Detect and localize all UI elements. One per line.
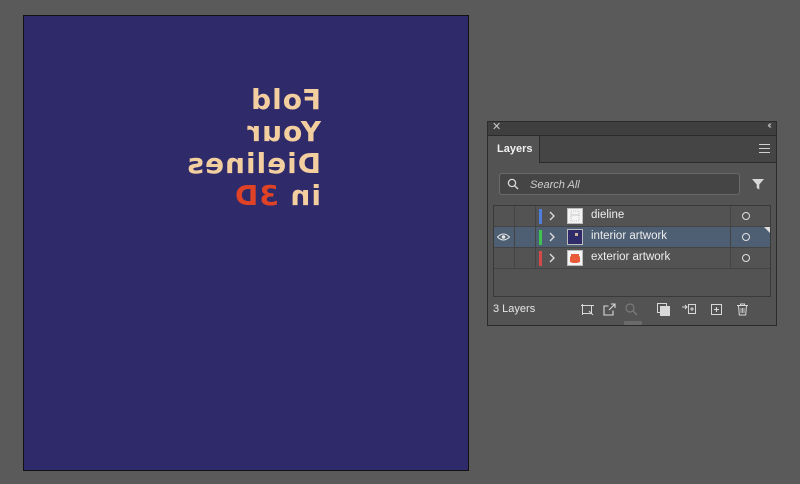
artwork-line-3: Dielines: [186, 147, 321, 180]
layer-thumbnail: [567, 229, 583, 245]
layer-color-swatch: [539, 251, 542, 266]
panel-menu-icon[interactable]: [759, 144, 770, 153]
layer-name: exterior artwork: [591, 251, 671, 263]
layer-thumbnail: [567, 250, 583, 266]
artwork-line-2: Your: [246, 115, 321, 148]
delete-icon[interactable]: [735, 302, 750, 317]
search-input[interactable]: [528, 176, 732, 194]
panel-title-bar[interactable]: ✕ ‹‹: [488, 120, 776, 136]
lock-toggle[interactable]: [515, 248, 536, 268]
artwork-line-4: in 3D: [186, 179, 321, 212]
layers-list: dieline interior artwork exterior artwor…: [493, 205, 771, 297]
artwork-text-block: Fold Your Dielines in 3D: [186, 83, 321, 212]
layer-row-dieline[interactable]: dieline: [494, 206, 770, 227]
artwork-accent-word: 3D: [233, 179, 279, 212]
layer-name: dieline: [591, 209, 625, 221]
layer-color-swatch: [539, 209, 542, 224]
target-icon[interactable]: [742, 212, 750, 220]
chevron-right-icon[interactable]: [548, 252, 556, 264]
target-icon[interactable]: [742, 254, 750, 262]
panel-tab-bar: Layers: [488, 136, 776, 163]
collect-for-export-icon[interactable]: [580, 302, 595, 317]
visibility-toggle[interactable]: [494, 227, 515, 247]
divider: [730, 206, 731, 226]
new-sublayer-icon[interactable]: [681, 302, 696, 317]
close-icon[interactable]: ✕: [492, 120, 501, 133]
filter-icon[interactable]: [751, 177, 765, 191]
target-icon[interactable]: [742, 233, 750, 241]
search-field[interactable]: [499, 173, 740, 195]
panel-footer: 3 Layers: [488, 300, 776, 322]
visibility-toggle[interactable]: [494, 248, 515, 268]
divider: [730, 227, 731, 247]
layer-row-exterior-artwork[interactable]: exterior artwork: [494, 248, 770, 269]
artboard[interactable]: Fold Your Dielines in 3D: [23, 15, 469, 471]
collapse-panel-icon[interactable]: ‹‹: [767, 120, 771, 131]
chevron-right-icon[interactable]: [548, 231, 556, 243]
export-icon[interactable]: [602, 302, 617, 317]
divider: [730, 248, 731, 268]
new-layer-icon[interactable]: [709, 302, 724, 317]
layers-panel: ✕ ‹‹ Layers dieline: [487, 120, 777, 326]
eye-icon: [497, 233, 510, 241]
selection-indicator: [764, 227, 770, 233]
locate-object-icon[interactable]: [624, 302, 639, 317]
search-icon: [507, 178, 519, 190]
chevron-right-icon[interactable]: [548, 210, 556, 222]
panel-resize-grip[interactable]: [624, 321, 642, 325]
layer-name: interior artwork: [591, 230, 668, 242]
tab-layers[interactable]: Layers: [488, 136, 540, 163]
lock-toggle[interactable]: [515, 227, 536, 247]
artwork-line-1: Fold: [250, 83, 321, 116]
artwork-text-mirrored: Fold Your Dielines in 3D: [24, 16, 468, 470]
layer-thumbnail: [567, 208, 583, 224]
layer-row-interior-artwork[interactable]: interior artwork: [494, 227, 770, 248]
artwork-line-4-word: in: [289, 179, 321, 212]
lock-toggle[interactable]: [515, 206, 536, 226]
layer-count: 3 Layers: [493, 303, 536, 315]
clipping-mask-icon[interactable]: [656, 302, 671, 317]
visibility-toggle[interactable]: [494, 206, 515, 226]
layer-color-swatch: [539, 230, 542, 245]
